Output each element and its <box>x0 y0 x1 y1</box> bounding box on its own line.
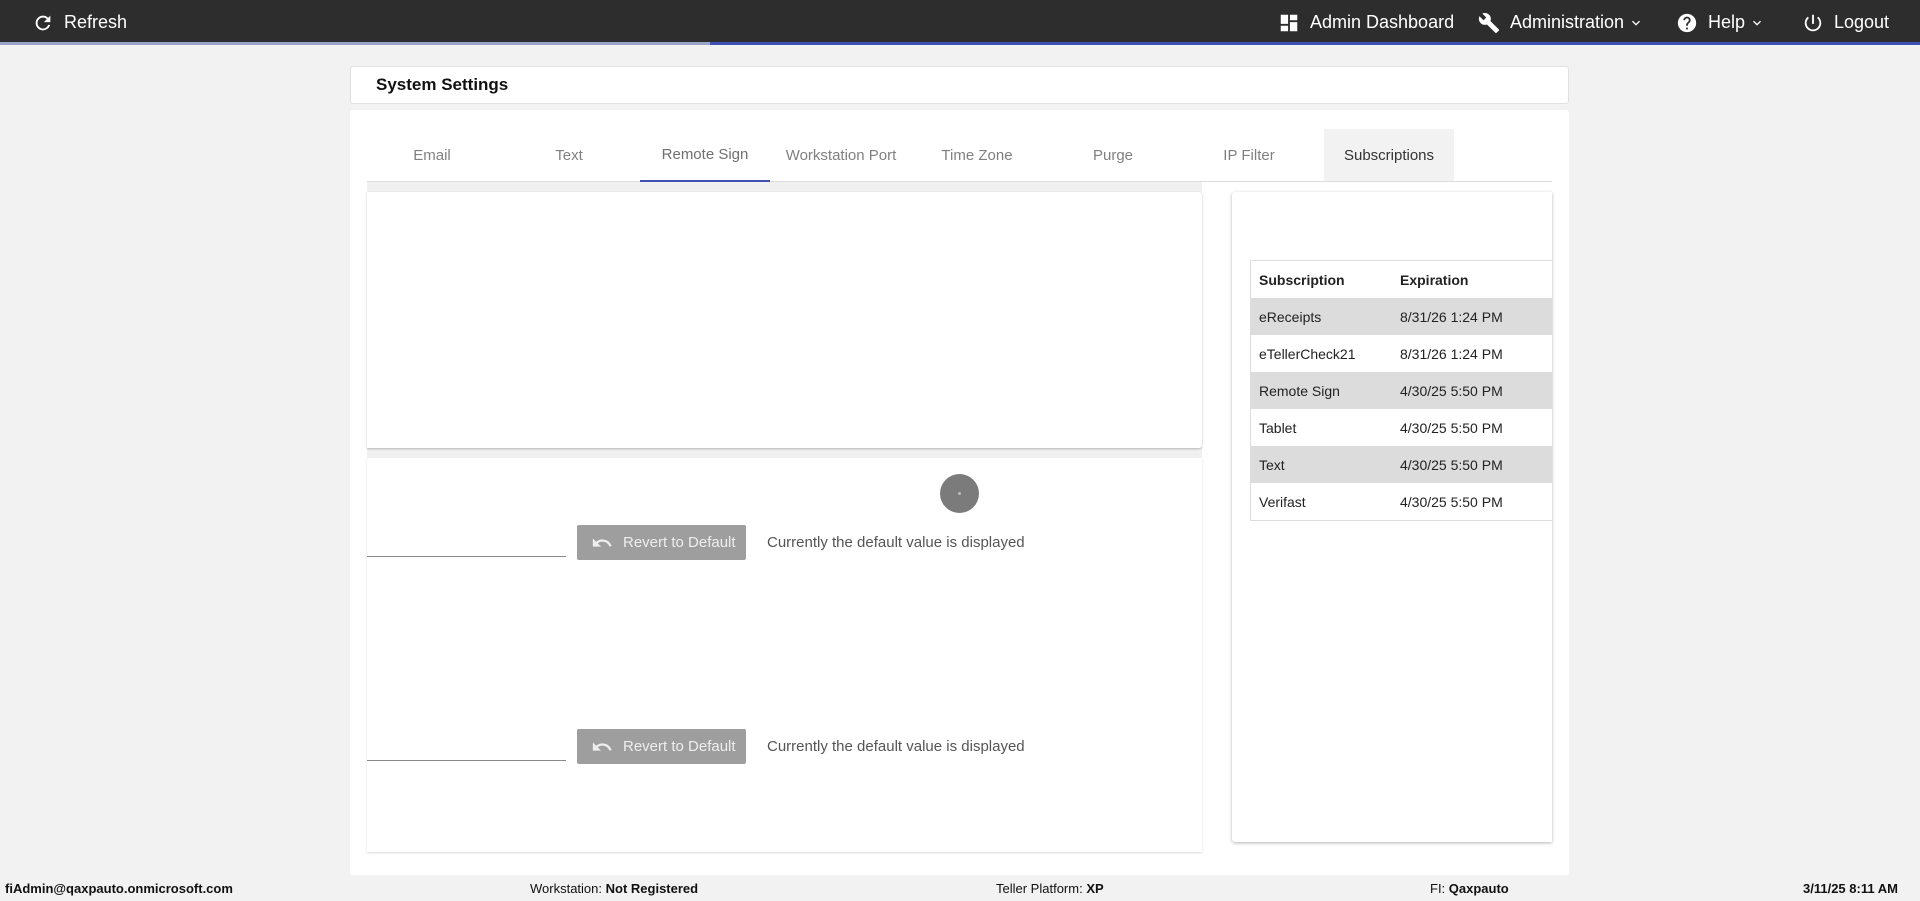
subscription-expiration: 4/30/25 5:50 PM <box>1400 493 1503 510</box>
subscription-name: Text <box>1259 456 1285 473</box>
platform-value: XP <box>1086 881 1104 896</box>
footer-platform: Teller Platform: XP <box>996 881 1104 896</box>
workstation-label: Workstation: <box>530 881 603 896</box>
revert-label: Revert to Default <box>623 738 736 755</box>
power-icon <box>1804 14 1822 31</box>
subscription-name: eTellerCheck21 <box>1259 345 1356 362</box>
administration-label: Administration <box>1510 12 1625 32</box>
column-header-expiration: Expiration <box>1400 271 1469 288</box>
user-email: fiAdmin@qaxpauto.onmicrosoft.com <box>5 881 233 896</box>
admin-dashboard-label: Admin Dashboard <box>1310 12 1455 32</box>
table-row: Verifast 4/30/25 5:50 PM <box>1251 483 1552 520</box>
workstation-value: Not Registered <box>605 881 699 896</box>
datetime-value: 3/11/25 8:11 AM <box>1803 881 1898 896</box>
loading-progress-bar <box>0 42 1920 45</box>
fi-label: FI: <box>1430 881 1446 896</box>
tab-workstation-port[interactable]: Workstation Port <box>776 129 906 181</box>
subscription-name: Remote Sign <box>1259 382 1340 399</box>
footer-fi: FI: Qaxpauto <box>1430 881 1509 896</box>
refresh-icon <box>35 15 51 30</box>
tab-text[interactable]: Text <box>504 129 634 181</box>
status-footer: fiAdmin@qaxpauto.onmicrosoft.com Worksta… <box>0 876 1920 901</box>
revert-to-default-button[interactable]: Revert to Default <box>577 525 746 560</box>
tab-email[interactable]: Email <box>367 129 497 181</box>
table-row: Remote Sign 4/30/25 5:50 PM <box>1251 372 1552 409</box>
settings-panel-top <box>367 192 1202 448</box>
fi-value: Qaxpauto <box>1448 881 1509 896</box>
table-header-row: Subscription Expiration <box>1251 261 1552 298</box>
undo-icon <box>592 537 612 547</box>
page-header-card: System Settings <box>350 66 1569 104</box>
tab-time-zone[interactable]: Time Zone <box>912 129 1042 181</box>
setting-input-2[interactable] <box>367 760 566 761</box>
refresh-label: Refresh <box>64 12 128 32</box>
help-label: Help <box>1708 12 1746 32</box>
tab-subscriptions[interactable]: Subscriptions <box>1324 129 1454 181</box>
tab-purge[interactable]: Purge <box>1048 129 1178 181</box>
default-status-text: Currently the default value is displayed <box>767 534 1025 551</box>
setting-input-1[interactable] <box>367 556 566 557</box>
undo-icon <box>592 741 612 751</box>
chevron-down-icon <box>1753 20 1762 26</box>
settings-panel-bottom <box>367 458 1202 852</box>
top-nav-bar: Refresh Admin Dashboard Administration H… <box>0 0 1920 45</box>
chevron-down-icon <box>1632 20 1641 26</box>
page-title: System Settings <box>376 75 509 94</box>
tab-remote-sign[interactable]: Remote Sign <box>640 129 770 182</box>
wrench-icon <box>1478 12 1500 33</box>
footer-user: fiAdmin@qaxpauto.onmicrosoft.com <box>5 881 233 896</box>
subscription-expiration: 8/31/26 1:24 PM <box>1400 308 1503 325</box>
revert-label: Revert to Default <box>623 534 736 551</box>
subscription-expiration: 4/30/25 5:50 PM <box>1400 456 1503 473</box>
footer-datetime: 3/11/25 8:11 AM <box>1803 881 1898 896</box>
table-row: eReceipts 8/31/26 1:24 PM <box>1251 298 1552 335</box>
table-row: Text 4/30/25 5:50 PM <box>1251 446 1552 483</box>
table-row: eTellerCheck21 8/31/26 1:24 PM <box>1251 335 1552 372</box>
logout-button[interactable]: Logout <box>1802 0 1889 45</box>
subscription-expiration: 4/30/25 5:50 PM <box>1400 419 1503 436</box>
help-icon <box>1677 13 1697 32</box>
dashboard-icon <box>1280 14 1298 31</box>
revert-to-default-button[interactable]: Revert to Default <box>577 729 746 764</box>
settings-tabs: Email Text Remote Sign Workstation Port … <box>367 129 1552 182</box>
table-row: Tablet 4/30/25 5:50 PM <box>1251 409 1552 446</box>
tab-ip-filter[interactable]: IP Filter <box>1184 129 1314 181</box>
logout-label: Logout <box>1834 12 1890 32</box>
default-status-text: Currently the default value is displayed <box>767 738 1025 755</box>
subscription-expiration: 4/30/25 5:50 PM <box>1400 382 1503 399</box>
help-menu[interactable]: Help <box>1676 0 1765 45</box>
subscription-name: Verifast <box>1259 493 1306 510</box>
subscriptions-table: Subscription Expiration eReceipts 8/31/2… <box>1250 260 1552 521</box>
loading-spinner <box>940 474 979 513</box>
refresh-button[interactable]: Refresh <box>32 0 127 45</box>
footer-workstation: Workstation: Not Registered <box>530 881 698 896</box>
subscription-name: eReceipts <box>1259 308 1322 325</box>
administration-menu[interactable]: Administration <box>1478 0 1644 45</box>
platform-label: Teller Platform: <box>996 881 1083 896</box>
subscription-name: Tablet <box>1259 419 1297 436</box>
loading-progress-fill <box>710 42 1920 45</box>
admin-dashboard-button[interactable]: Admin Dashboard <box>1278 0 1454 45</box>
column-header-subscription: Subscription <box>1259 271 1345 288</box>
subscription-expiration: 8/31/26 1:24 PM <box>1400 345 1503 362</box>
